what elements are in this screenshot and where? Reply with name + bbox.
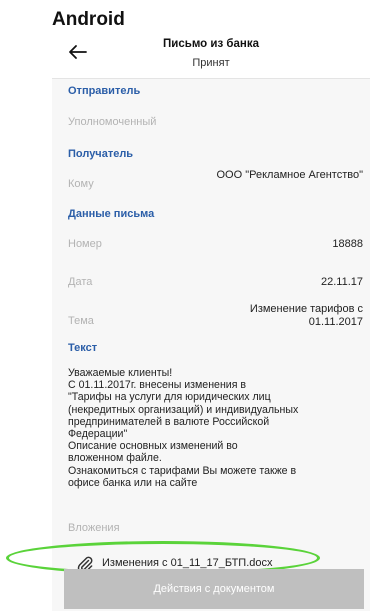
status-subtitle: Принят (192, 57, 230, 69)
subject-value-line2: 01.11.2017 (308, 316, 363, 328)
section-title-recipient: Получатель (68, 148, 134, 160)
recipient-label: Кому (68, 178, 94, 190)
date-label: Дата (68, 276, 93, 288)
attachments-label: Вложения (68, 522, 120, 534)
number-value: 18888 (332, 238, 363, 250)
letter-details-panel: Отправитель Уполномоченный Получатель Ко… (52, 78, 370, 611)
recipient-value: ООО "Рекламное Агентство" (216, 169, 364, 181)
subject-label: Тема (68, 315, 94, 327)
date-value: 22.11.17 (320, 276, 363, 288)
page-title: Письмо из банка (163, 38, 259, 50)
platform-label: Android (52, 9, 125, 30)
number-label: Номер (68, 238, 102, 250)
attachment-file-name[interactable]: Изменения с 01_11_17_БТП.docx (102, 557, 273, 569)
top-bar: Письмо из банка Принят (52, 38, 370, 74)
letter-text-body: Уважаемые клиенты! С 01.11.2017г. внесен… (68, 367, 299, 489)
section-title-letter-data: Данные письма (68, 208, 155, 220)
section-title-sender: Отправитель (68, 85, 141, 97)
document-actions-button[interactable]: Действия с документом (64, 569, 364, 609)
subject-value-line1: Изменение тарифов с (249, 303, 363, 315)
section-title-text: Текст (68, 342, 98, 354)
sender-label: Уполномоченный (68, 116, 157, 128)
